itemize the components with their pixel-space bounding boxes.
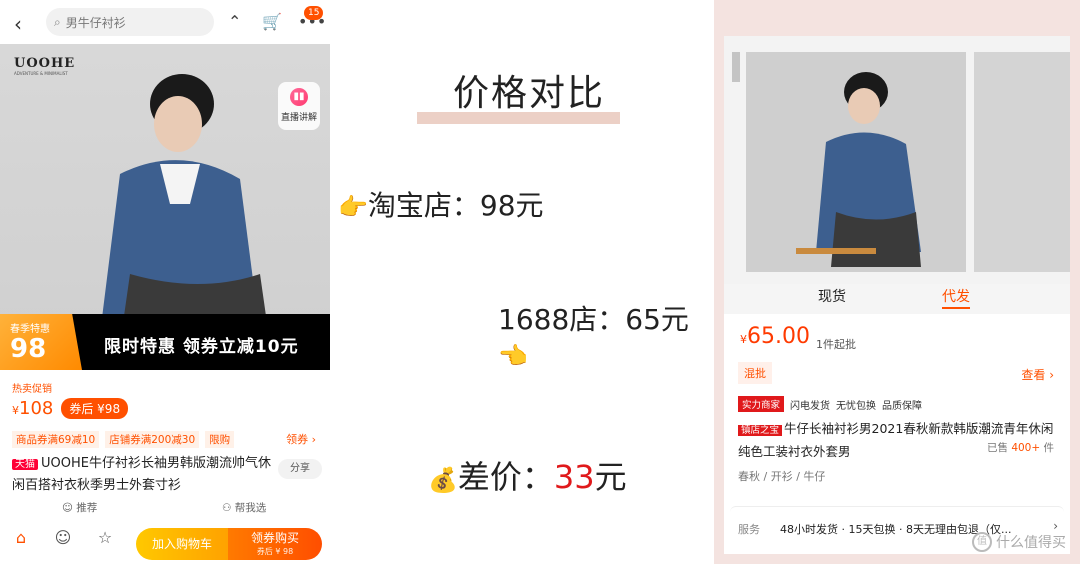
tab-bar: 现货 代发	[724, 284, 1070, 314]
product-attributes: 春秋 / 开衫 / 牛仔	[738, 470, 826, 483]
brand-subtitle: ADVENTURE & MINIMALIST	[14, 71, 68, 76]
product-photo[interactable]: UOOHE ADVENTURE & MINIMALIST ▮▮ 直播讲解 春季特…	[0, 44, 330, 370]
live-icon: ▮▮	[290, 88, 308, 106]
after-coupon-price: 券后 ¥98	[61, 398, 129, 419]
strong-merchant-badge: 实力商家	[738, 396, 785, 412]
search-icon: ⌕	[54, 14, 61, 29]
sold-count: 已售 400+ 件	[986, 442, 1054, 454]
promo-banner: 春季特惠 98 限时特惠 领券立减10元	[0, 314, 330, 370]
price-comparison: 价格对比 👉淘宝店：98元 1688店：65元👈 💰差价：33元	[330, 0, 714, 564]
difference-value: 33	[553, 458, 595, 496]
service-icon[interactable]: ☺	[50, 528, 76, 547]
back-icon[interactable]: ‹	[14, 12, 22, 36]
tab-dropship[interactable]: 代发	[942, 286, 970, 306]
watermark: 值 什么值得买	[972, 532, 1066, 552]
product-title-text: UOOHE牛仔衬衫长袖男韩版潮流帅气休闲百搭衬衣秋季男士外套寸衫	[12, 456, 271, 493]
gallery-thumb[interactable]	[732, 52, 740, 82]
ali1688-screen: 现货 代发 ¥65.00 1件起批 混批 查看 › 实力商家 闪电发货 无忧包换…	[724, 36, 1070, 554]
comparison-title: 价格对比	[453, 73, 606, 114]
taobao-top-bar: ‹ ⌕ 男牛仔衬衫 ⌃ 🛒 ••• 15	[0, 0, 330, 44]
watermark-logo-icon: 值	[972, 532, 992, 552]
image-gallery[interactable]	[724, 36, 1070, 284]
spring-sale-label: 春季特惠	[10, 324, 50, 335]
coupon-tag[interactable]: 店铺券满200减30	[105, 431, 200, 448]
bottom-action-bar: ⌂ ☺ ☆ 加入购物车 领券购买 券后 ¥ 98	[0, 524, 330, 564]
tmall-tag: 天猫	[12, 459, 38, 470]
gallery-side-photo[interactable]	[974, 52, 1070, 272]
spring-sale-price: 98	[10, 334, 47, 364]
tab-indicator	[942, 307, 970, 309]
add-to-cart-button[interactable]: 加入购物车	[136, 528, 228, 560]
service-label: 服务	[738, 523, 760, 536]
share-button[interactable]: 分享	[278, 459, 322, 479]
gallery-main-photo[interactable]	[746, 52, 966, 272]
buy-sub-label: 券后 ¥ 98	[256, 547, 294, 556]
min-order: 1件起批	[816, 338, 856, 351]
offer-card: ¥65.00 1件起批 混批 查看 › 实力商家 闪电发货 无忧包换 品质保障 …	[730, 318, 1064, 498]
favorite-icon[interactable]: ☆	[92, 528, 118, 547]
tab-spot[interactable]: 现货	[818, 286, 846, 306]
coupon-tag[interactable]: 商品券满69减10	[12, 431, 100, 448]
brand-logo: UOOHE	[14, 56, 76, 71]
cart-icon[interactable]: 🛒	[262, 12, 282, 31]
ali-price: ¥65.00	[740, 324, 810, 349]
hot-sale-label: 热卖促销	[12, 384, 52, 395]
live-label: 直播讲解	[280, 113, 317, 123]
banner-text: 限时特惠 领券立减10元	[104, 337, 299, 357]
price-row: ¥108 券后 ¥98	[12, 398, 129, 419]
live-explain-button[interactable]: ▮▮ 直播讲解	[278, 82, 320, 130]
badge-row: 实力商家 闪电发货 无忧包换 品质保障	[738, 396, 922, 412]
get-coupon-link[interactable]: 领券 ›	[286, 431, 316, 447]
share-label: 分享	[290, 463, 310, 474]
title-underline-bar	[417, 112, 620, 124]
badge: 无忧包换	[836, 400, 877, 412]
product-title: 天猫 UOOHE牛仔衬衫长袖男韩版潮流帅气休闲百搭衬衣秋季男士外套寸衫	[12, 453, 274, 496]
chevron-right-icon: ›	[1053, 519, 1058, 533]
coupon-tag[interactable]: 限购	[205, 431, 235, 448]
page-root: ‹ ⌕ 男牛仔衬衫 ⌃ 🛒 ••• 15 UOOHE ADVENTURE & M…	[0, 0, 1080, 564]
watermark-text: 什么值得买	[996, 535, 1066, 551]
recommend-button[interactable]: ☺ 推荐	[62, 500, 97, 515]
help-choose-button[interactable]: ⚇ 帮我选	[222, 500, 266, 515]
badge: 闪电发货	[790, 400, 831, 412]
taobao-screen: ‹ ⌕ 男牛仔衬衫 ⌃ 🛒 ••• 15 UOOHE ADVENTURE & M…	[0, 0, 330, 564]
cart-count-badge: 15	[304, 6, 324, 20]
point-left-icon: 👈	[498, 342, 528, 370]
model-illustration	[796, 72, 921, 267]
shop-treasure-tag: 镇店之宝	[738, 425, 783, 436]
point-right-icon: 👉	[338, 193, 368, 221]
search-text: 男牛仔衬衫	[65, 15, 126, 30]
taobao-price-line: 👉淘宝店：98元	[338, 189, 544, 222]
buy-with-coupon-button[interactable]: 领券购买 券后 ¥ 98	[228, 528, 322, 560]
coupon-row[interactable]: 商品券满69减10 店铺券满200减30 限购	[12, 431, 235, 448]
badge: 品质保障	[882, 400, 923, 412]
money-bag-icon: 💰	[428, 466, 458, 494]
mixed-batch-tag[interactable]: 混批	[738, 362, 772, 384]
view-link[interactable]: 查看 ›	[1021, 366, 1054, 383]
ali-price-line: 1688店：65元👈	[498, 303, 689, 370]
store-icon[interactable]: ⌂	[8, 528, 34, 547]
search-input[interactable]: ⌕ 男牛仔衬衫	[46, 8, 214, 36]
share-icon[interactable]: ⌃	[228, 12, 241, 31]
price: ¥108	[12, 398, 54, 419]
price-difference: 💰差价：33元	[428, 458, 627, 496]
